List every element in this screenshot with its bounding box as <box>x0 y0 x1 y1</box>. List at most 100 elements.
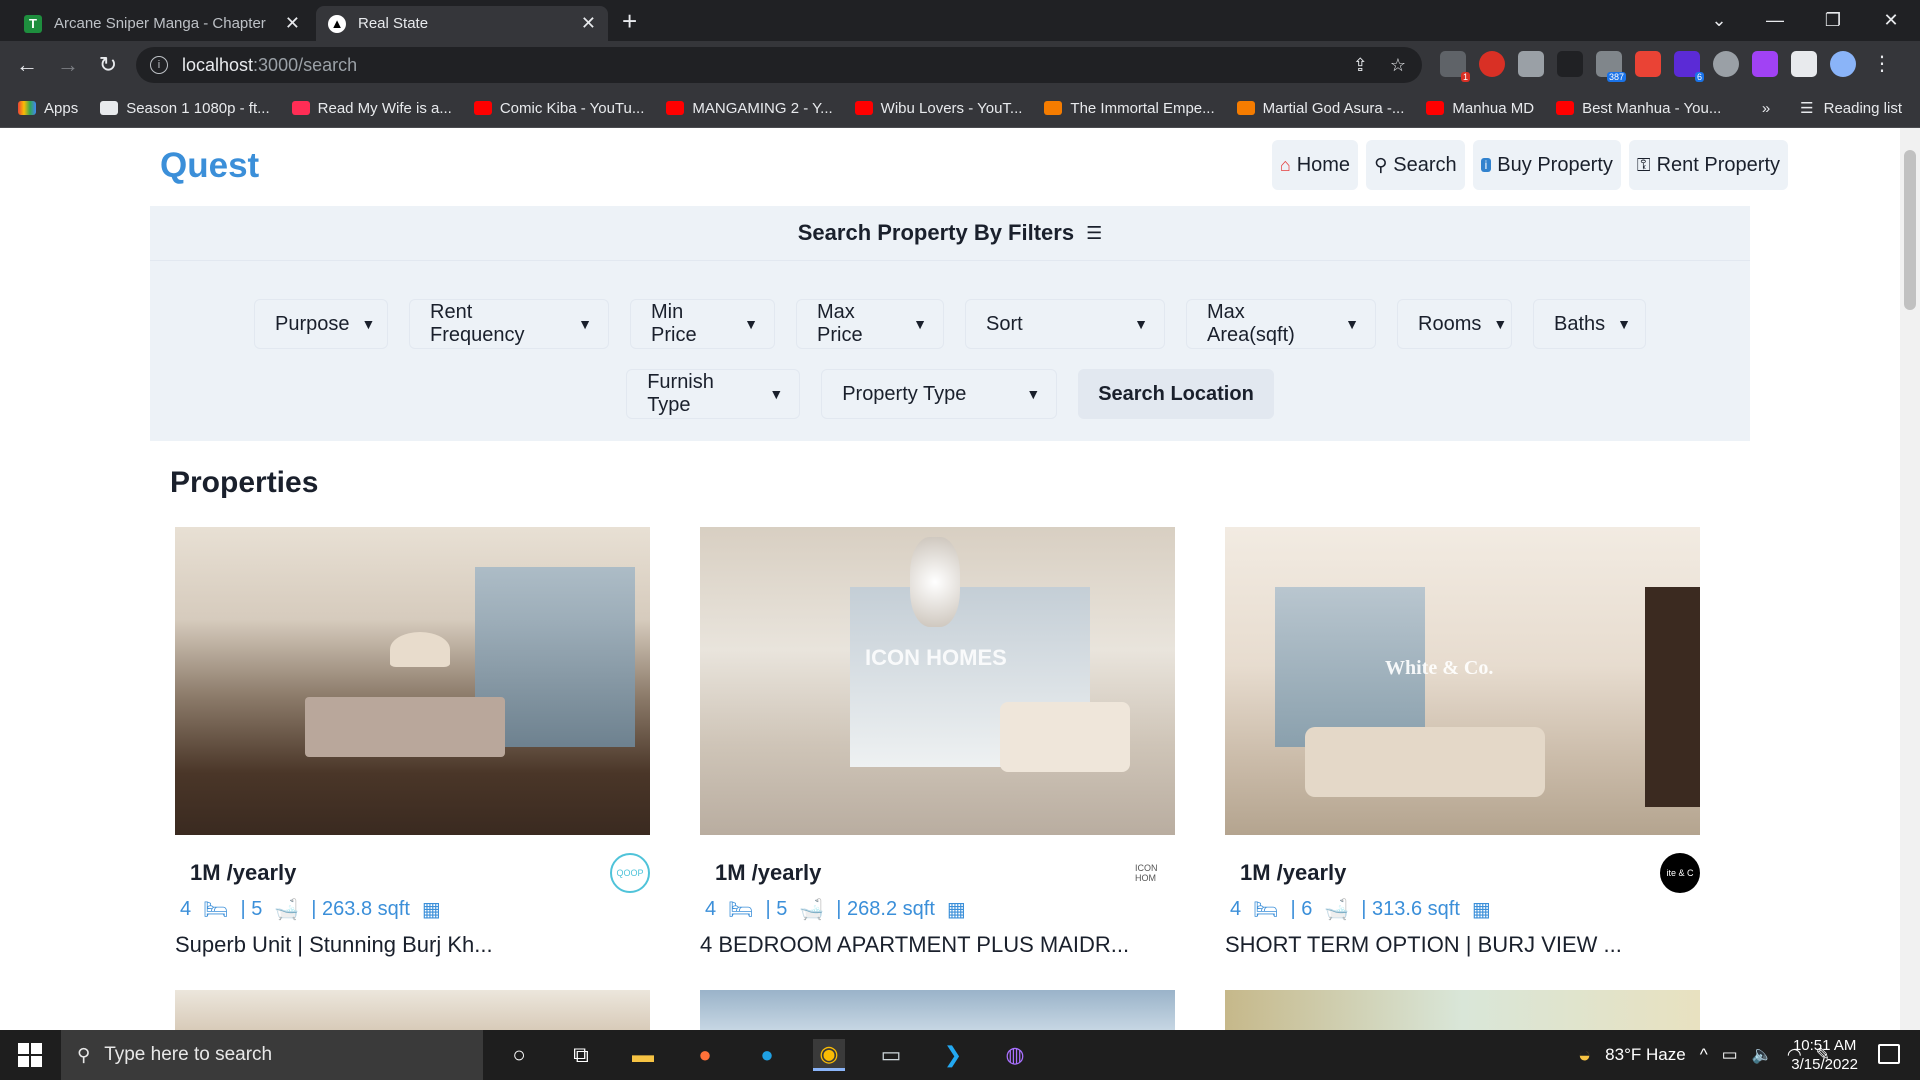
filters-row-2: Furnish Type ▼ Property Type ▼ Search Loca… <box>150 369 1750 419</box>
puzzle-extensions-icon[interactable] <box>1791 51 1817 77</box>
tab-search-chevron-icon[interactable]: ⌄ <box>1694 0 1744 41</box>
baths-select[interactable]: Baths ▼ <box>1533 299 1646 349</box>
address-bar[interactable]: i localhost :3000/search ⇪ ☆ <box>136 47 1422 83</box>
property-card[interactable]: ICON HOMES 1M /yearly ICON HOM 4 🛏 | 5 🛁… <box>700 527 1175 958</box>
scrollbar-thumb[interactable] <box>1904 150 1916 310</box>
close-tab-icon[interactable]: ✕ <box>285 13 300 34</box>
property-image[interactable]: White & Co. <box>1225 527 1700 835</box>
app-icon[interactable]: ▭ <box>875 1039 907 1071</box>
chevron-up-icon[interactable]: ^ <box>1700 1045 1708 1065</box>
bookmark-item[interactable]: Read My Wife is a... <box>291 100 452 117</box>
volume-icon[interactable]: 🔈 <box>1752 1045 1773 1065</box>
bookmark-item[interactable]: Season 1 1080p - ft... <box>100 100 270 117</box>
purpose-select[interactable]: Purpose ▼ <box>254 299 388 349</box>
share-icon[interactable]: ⇪ <box>1353 55 1368 76</box>
bookmark-item[interactable]: Martial God Asura -... <box>1236 100 1404 117</box>
taskbar-search-placeholder: Type here to search <box>104 1044 273 1065</box>
site-info-icon[interactable]: i <box>150 56 168 74</box>
bookmark-apps[interactable]: Apps <box>18 100 78 117</box>
property-image[interactable] <box>175 990 650 1030</box>
page-scrollbar[interactable] <box>1900 128 1920 1030</box>
gear-extension-icon[interactable] <box>1713 51 1739 77</box>
close-tab-icon[interactable]: ✕ <box>581 13 596 34</box>
restore-button[interactable]: ❐ <box>1808 0 1858 41</box>
bath-icon: 🛁 <box>799 899 825 921</box>
battery-icon[interactable]: ▭ <box>1722 1045 1738 1065</box>
nav-home-button[interactable]: ⌂ Home <box>1271 140 1359 190</box>
chevron-down-icon: ▼ <box>744 316 758 332</box>
tab-favicon-icon: ▲ <box>328 14 346 33</box>
baths-count: | 6 <box>1290 898 1313 920</box>
bookmark-star-icon[interactable]: ☆ <box>1390 55 1406 76</box>
weather-haze-icon[interactable]: ◒ <box>1578 1042 1591 1068</box>
min-price-select[interactable]: Min Price ▼ <box>630 299 775 349</box>
forward-arrow-icon[interactable]: → <box>54 51 82 79</box>
bookmarks-bar: Apps Season 1 1080p - ft... Read My Wife… <box>0 89 1920 128</box>
extension-icon[interactable]: 6 <box>1674 51 1704 82</box>
property-image[interactable] <box>700 990 1175 1030</box>
bookmark-item[interactable]: Comic Kiba - YouTu... <box>473 100 644 117</box>
weather-text[interactable]: 83°F Haze <box>1605 1045 1686 1065</box>
minimize-button[interactable]: — <box>1750 0 1800 41</box>
site-logo[interactable]: Quest <box>160 146 259 186</box>
property-card[interactable]: 1M /yearly QOOP 4 🛏 | 5 🛁 | 263.8 sqft ▦… <box>175 527 650 958</box>
extension-icon[interactable] <box>1635 51 1661 77</box>
chrome-icon[interactable]: ◉ <box>813 1039 845 1071</box>
property-card[interactable]: White & Co. 1M /yearly ite & C 4 🛏 | 6 🛁… <box>1225 527 1700 958</box>
github-desktop-icon[interactable]: ◍ <box>999 1039 1031 1071</box>
chevron-down-icon: ▼ <box>913 316 927 332</box>
file-explorer-icon[interactable]: ▬ <box>627 1039 659 1071</box>
max-price-select[interactable]: Max Price ▼ <box>796 299 944 349</box>
cortana-icon[interactable]: ○ <box>503 1039 535 1071</box>
property-image[interactable]: ICON HOMES <box>700 527 1175 835</box>
image-watermark: White & Co. <box>1385 657 1494 679</box>
max-area-select[interactable]: Max Area(sqft) ▼ <box>1186 299 1376 349</box>
more-bookmarks-chevron-icon[interactable]: » <box>1762 100 1770 117</box>
vscode-icon[interactable]: ❯ <box>937 1039 969 1071</box>
property-image[interactable] <box>1225 990 1700 1030</box>
shield-extension-icon[interactable] <box>1518 51 1544 77</box>
windows-start-icon[interactable] <box>10 1042 50 1068</box>
youtube-icon <box>473 101 492 115</box>
browser-tab-real-state[interactable]: ▲ Real State ✕ <box>316 6 608 41</box>
reading-list-button[interactable]: Reading list <box>1824 100 1902 117</box>
reload-icon[interactable]: ↻ <box>94 51 122 79</box>
nav-search-button[interactable]: ⚲ Search <box>1366 140 1465 190</box>
rent-frequency-select[interactable]: Rent Frequency ▼ <box>409 299 609 349</box>
search-icon: ⚲ <box>1374 154 1388 175</box>
sort-select[interactable]: Sort ▼ <box>965 299 1165 349</box>
grid-icon: ▦ <box>946 899 966 921</box>
extension-icon[interactable] <box>1479 51 1505 77</box>
extension-icon[interactable] <box>1557 51 1583 77</box>
nav-rent-property-button[interactable]: ⚿ Rent Property <box>1628 140 1788 190</box>
bookmark-item[interactable]: MANGAMING 2 - Y... <box>666 100 833 117</box>
bookmark-item[interactable]: Best Manhua - You... <box>1556 100 1721 117</box>
close-window-button[interactable]: ✕ <box>1866 0 1916 41</box>
taskbar-search-box[interactable]: ⚲ Type here to search <box>61 1030 483 1080</box>
property-image[interactable] <box>175 527 650 835</box>
extension-icon[interactable] <box>1752 51 1778 77</box>
profile-avatar[interactable] <box>1830 51 1856 77</box>
firefox-icon[interactable]: ● <box>689 1039 721 1071</box>
task-view-icon[interactable]: ⧉ <box>565 1039 597 1071</box>
extension-icon[interactable]: 1 <box>1440 51 1470 82</box>
nav-buy-property-button[interactable]: i Buy Property <box>1472 140 1621 190</box>
notifications-icon[interactable] <box>1878 1044 1900 1064</box>
taskbar-clock[interactable]: 10:51 AM 3/15/2022 <box>1791 1036 1858 1074</box>
bookmark-item[interactable]: Manhua MD <box>1426 100 1534 117</box>
filters-toggle[interactable]: Search Property By Filters ☰ <box>150 206 1750 261</box>
bookmark-item[interactable]: Wibu Lovers - YouT... <box>854 100 1022 117</box>
edge-icon[interactable]: ● <box>751 1039 783 1071</box>
back-arrow-icon[interactable]: ← <box>13 51 41 79</box>
property-type-select[interactable]: Property Type ▼ <box>821 369 1058 419</box>
new-tab-button[interactable]: + <box>622 6 637 37</box>
url-host: localhost <box>182 54 254 75</box>
property-meta: 4 🛏 | 5 🛁 | 263.8 sqft ▦ <box>175 897 650 922</box>
extension-icon[interactable]: 387 <box>1596 51 1626 82</box>
furnish-type-select[interactable]: Furnish Type ▼ <box>626 369 801 419</box>
search-location-button[interactable]: Search Location <box>1078 369 1274 419</box>
menu-kebab-icon[interactable]: ⋮ <box>1869 51 1895 77</box>
rooms-select[interactable]: Rooms ▼ <box>1397 299 1512 349</box>
bookmark-item[interactable]: The Immortal Empe... <box>1044 100 1215 117</box>
browser-tab-arcane[interactable]: T Arcane Sniper Manga - Chapter ✕ <box>12 6 312 41</box>
